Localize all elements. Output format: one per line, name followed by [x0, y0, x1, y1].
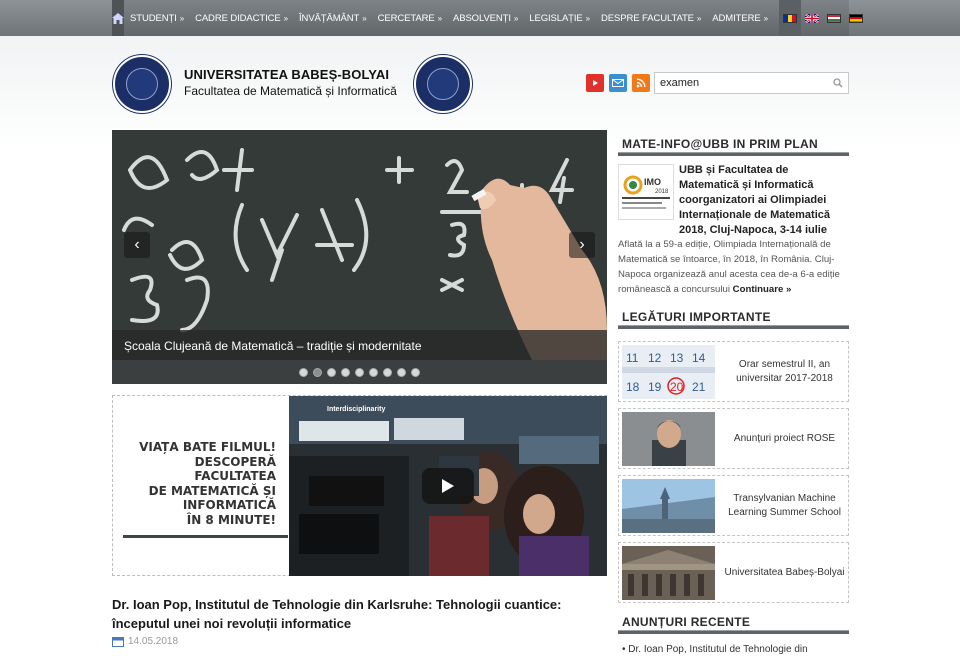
- rose-project-photo: [622, 412, 715, 466]
- ubb-building-photo: [622, 546, 715, 600]
- hero-slider[interactable]: ‹ › Școala Clujeană de Matematică – trad…: [112, 130, 607, 384]
- lang-en-button[interactable]: [801, 0, 823, 36]
- nav-item-absolventi[interactable]: ABSOLVENȚI»: [447, 0, 523, 36]
- university-name[interactable]: UNIVERSITATEA BABEȘ-BOLYAI: [184, 67, 389, 82]
- slider-dot[interactable]: [397, 367, 406, 377]
- slider-dot[interactable]: [341, 367, 350, 377]
- video-promo-box: VIAȚA BATE FILMUL! DESCOPERĂ FACULTATEA …: [112, 395, 607, 576]
- slider-dot[interactable]: [411, 367, 420, 377]
- faculty-name[interactable]: Facultatea de Matematică și Informatică: [184, 84, 397, 98]
- faculty-seal-emblem: [427, 68, 459, 100]
- link-label-rose: Anunțuri proiect ROSE: [733, 432, 836, 444]
- email-icon[interactable]: [609, 74, 627, 92]
- lang-hu-button[interactable]: [823, 0, 845, 36]
- article-title[interactable]: Dr. Ioan Pop, Institutul de Tehnologie d…: [112, 595, 607, 633]
- university-seal-emblem: [126, 68, 158, 100]
- slider-dot[interactable]: [327, 367, 336, 377]
- faculty-logo[interactable]: [414, 55, 472, 113]
- link-card-orar[interactable]: 11 12 13 14 18 19 21 20 Orar semestrul II, an…: [618, 341, 849, 402]
- uk-flag-icon: [804, 13, 819, 23]
- play-button[interactable]: [422, 468, 474, 504]
- search-box[interactable]: [654, 72, 849, 94]
- search-input[interactable]: [655, 77, 825, 89]
- svg-text:20: 20: [670, 380, 684, 394]
- svg-text:2018: 2018: [655, 189, 669, 195]
- nav-bar: STUDENȚI» CADRE DIDACTICE» ÎNVĂȚĂMÂNT» C…: [112, 0, 863, 36]
- nav-item-cercetare[interactable]: CERCETARE»: [372, 0, 447, 36]
- imo-logo-image: IMO 2018: [622, 175, 670, 209]
- slider-next-button[interactable]: ›: [569, 232, 595, 258]
- calendar-icon: [112, 637, 124, 647]
- svg-text:21: 21: [692, 380, 706, 394]
- slider-pagination: [112, 360, 607, 384]
- slider-dot[interactable]: [355, 367, 364, 377]
- slider-dot-active[interactable]: [313, 367, 322, 377]
- svg-text:11: 11: [626, 351, 639, 365]
- news-heading-bar: [618, 630, 849, 634]
- nav-item-studenti[interactable]: STUDENȚI»: [124, 0, 189, 36]
- featured-heading-bar: [618, 152, 849, 156]
- rss-icon[interactable]: [632, 74, 650, 92]
- links-heading-bar: [618, 325, 849, 329]
- link-card-tmlss[interactable]: Transylvanian Machine Learning Summer Sc…: [618, 475, 849, 536]
- svg-text:18: 18: [626, 380, 640, 394]
- hungary-flag-icon: [826, 13, 841, 23]
- link-card-rose[interactable]: Anunțuri proiect ROSE: [618, 408, 849, 469]
- home-button[interactable]: [112, 0, 124, 36]
- link-card-ubb[interactable]: Universitatea Babeș-Bolyai: [618, 542, 849, 603]
- youtube-icon[interactable]: [586, 74, 604, 92]
- svg-text:12: 12: [648, 351, 662, 365]
- continue-link[interactable]: Continuare »: [733, 284, 792, 295]
- featured-title[interactable]: UBB și Facultatea de Matematică și Infor…: [679, 163, 851, 238]
- slider-prev-button[interactable]: ‹: [124, 232, 150, 258]
- video-label: Interdisciplinarity: [327, 406, 386, 413]
- imo-2018-logo[interactable]: IMO 2018: [618, 164, 674, 220]
- nav-item-cadre-didactice[interactable]: CADRE DIDACTICE»: [189, 0, 293, 36]
- link-label-tmlss: Transylvanian Machine Learning Summer Sc…: [728, 492, 841, 518]
- link-label-orar: Orar semestrul II, an universitar 2017-2…: [736, 358, 833, 384]
- cluj-skyline-photo: [622, 479, 715, 533]
- slider-dot[interactable]: [383, 367, 392, 377]
- search-icon[interactable]: [833, 78, 843, 88]
- article-date: 14.05.2018: [112, 636, 178, 647]
- news-heading: ANUNȚURI RECENTE: [622, 615, 751, 629]
- home-icon: [112, 12, 124, 24]
- romania-flag-icon: [782, 13, 797, 23]
- play-icon: [442, 479, 454, 493]
- slider-dot[interactable]: [369, 367, 378, 377]
- slider-dot[interactable]: [299, 367, 308, 377]
- video-player[interactable]: Interdisciplinarity: [289, 396, 607, 576]
- nav-item-despre-facultate[interactable]: DESPRE FACULTATE»: [595, 0, 706, 36]
- language-switcher: [778, 0, 867, 36]
- promo-underline: [123, 535, 288, 538]
- chalkboard-image: [112, 130, 607, 360]
- nav-item-legislatie[interactable]: LEGISLAȚIE»: [523, 0, 595, 36]
- news-list-item[interactable]: • Dr. Ioan Pop, Institutul de Tehnologie…: [622, 644, 808, 655]
- svg-text:IMO: IMO: [644, 177, 661, 187]
- svg-text:19: 19: [648, 380, 662, 394]
- nav-item-admitere[interactable]: ADMITERE»: [706, 0, 773, 36]
- top-navigation: STUDENȚI» CADRE DIDACTICE» ÎNVĂȚĂMÂNT» C…: [0, 0, 960, 36]
- nav-item-invatamant[interactable]: ÎNVĂȚĂMÂNT»: [293, 0, 372, 36]
- links-heading: LEGĂTURI IMPORTANTE: [622, 310, 771, 324]
- svg-text:13: 13: [670, 351, 684, 365]
- germany-flag-icon: [848, 13, 863, 23]
- lang-de-button[interactable]: [845, 0, 867, 36]
- link-label-ubb: Universitatea Babeș-Bolyai: [724, 566, 845, 578]
- video-promo-text: VIAȚA BATE FILMUL! DESCOPERĂ FACULTATEA …: [139, 440, 276, 527]
- svg-text:14: 14: [692, 351, 706, 365]
- university-logo[interactable]: [113, 55, 171, 113]
- featured-heading: MATE-INFO@UBB IN PRIM PLAN: [622, 137, 818, 151]
- featured-excerpt: Aflată la a 59-a ediție, Olimpiada Inter…: [618, 239, 840, 295]
- lang-ro-button[interactable]: [778, 0, 801, 36]
- calendar-image: 11 12 13 14 18 19 21 20: [622, 345, 715, 399]
- slide-caption[interactable]: Școala Clujeană de Matematică – tradiție…: [112, 330, 607, 360]
